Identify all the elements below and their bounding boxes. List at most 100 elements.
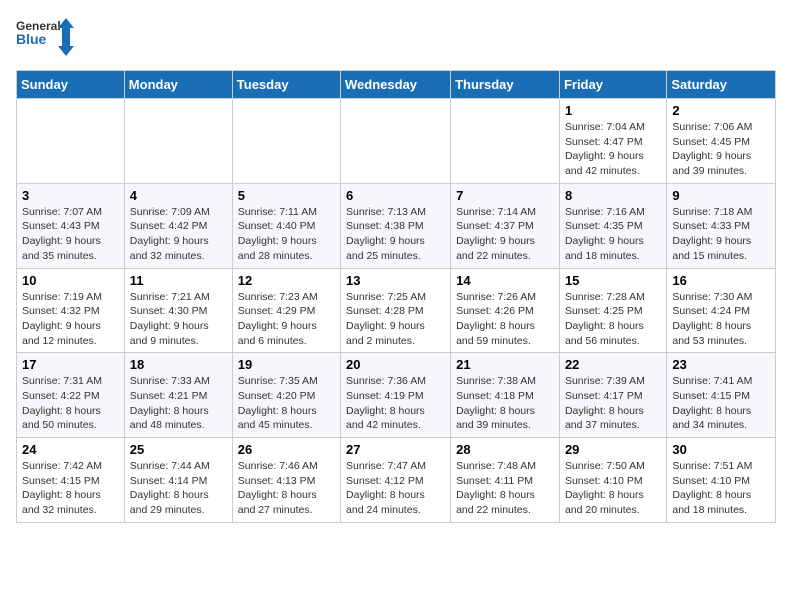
day-number: 9 (672, 188, 770, 203)
day-number: 6 (346, 188, 445, 203)
day-info: Sunrise: 7:16 AM Sunset: 4:35 PM Dayligh… (565, 205, 661, 264)
day-info: Sunrise: 7:21 AM Sunset: 4:30 PM Dayligh… (130, 290, 227, 349)
day-number: 12 (238, 273, 335, 288)
day-number: 29 (565, 442, 661, 457)
calendar-cell: 7 Sunrise: 7:14 AM Sunset: 4:37 PM Daylig… (451, 183, 560, 268)
day-info: Sunrise: 7:46 AM Sunset: 4:13 PM Dayligh… (238, 459, 335, 518)
calendar-cell: 25Sunrise: 7:44 AM Sunset: 4:14 PM Dayli… (124, 438, 232, 523)
day-number: 26 (238, 442, 335, 457)
calendar-cell: 13 Sunrise: 7:25 AM Sunset: 4:28 PM Dayli… (341, 268, 451, 353)
day-number: 10 (22, 273, 119, 288)
day-info: Sunrise: 7:36 AM Sunset: 4:19 PM Dayligh… (346, 374, 445, 433)
calendar-cell: 15Sunrise: 7:28 AM Sunset: 4:25 PM Dayli… (559, 268, 666, 353)
day-number: 24 (22, 442, 119, 457)
day-info: Sunrise: 7:48 AM Sunset: 4:11 PM Dayligh… (456, 459, 554, 518)
weekday-header-friday: Friday (559, 71, 666, 99)
day-number: 22 (565, 357, 661, 372)
calendar-cell: 27 Sunrise: 7:47 AM Sunset: 4:12 PM Dayli… (341, 438, 451, 523)
calendar-cell: 24 Sunrise: 7:42 AM Sunset: 4:15 PM Dayli… (17, 438, 125, 523)
calendar-week-1: 1 Sunrise: 7:04 AM Sunset: 4:47 PM Daylig… (17, 99, 776, 184)
day-info: Sunrise: 7:51 AM Sunset: 4:10 PM Dayligh… (672, 459, 770, 518)
day-info: Sunrise: 7:35 AM Sunset: 4:20 PM Dayligh… (238, 374, 335, 433)
day-number: 18 (130, 357, 227, 372)
day-number: 20 (346, 357, 445, 372)
weekday-header-monday: Monday (124, 71, 232, 99)
day-info: Sunrise: 7:44 AM Sunset: 4:14 PM Dayligh… (130, 459, 227, 518)
calendar-cell (17, 99, 125, 184)
calendar-cell: 23 Sunrise: 7:41 AM Sunset: 4:15 PM Dayli… (667, 353, 776, 438)
day-info: Sunrise: 7:47 AM Sunset: 4:12 PM Dayligh… (346, 459, 445, 518)
calendar-cell: 6 Sunrise: 7:13 AM Sunset: 4:38 PM Daylig… (341, 183, 451, 268)
calendar-cell (124, 99, 232, 184)
day-info: Sunrise: 7:04 AM Sunset: 4:47 PM Dayligh… (565, 120, 661, 179)
weekday-header-wednesday: Wednesday (341, 71, 451, 99)
day-number: 3 (22, 188, 119, 203)
day-number: 16 (672, 273, 770, 288)
calendar-cell: 28 Sunrise: 7:48 AM Sunset: 4:11 PM Dayli… (451, 438, 560, 523)
day-info: Sunrise: 7:14 AM Sunset: 4:37 PM Dayligh… (456, 205, 554, 264)
calendar-cell: 21Sunrise: 7:38 AM Sunset: 4:18 PM Dayli… (451, 353, 560, 438)
day-info: Sunrise: 7:06 AM Sunset: 4:45 PM Dayligh… (672, 120, 770, 179)
calendar-cell: 26 Sunrise: 7:46 AM Sunset: 4:13 PM Dayli… (232, 438, 340, 523)
calendar-cell: 19 Sunrise: 7:35 AM Sunset: 4:20 PM Dayli… (232, 353, 340, 438)
day-number: 2 (672, 103, 770, 118)
calendar-cell: 4 Sunrise: 7:09 AM Sunset: 4:42 PM Daylig… (124, 183, 232, 268)
day-number: 1 (565, 103, 661, 118)
calendar-cell: 8 Sunrise: 7:16 AM Sunset: 4:35 PM Daylig… (559, 183, 666, 268)
day-number: 17 (22, 357, 119, 372)
calendar-cell: 22 Sunrise: 7:39 AM Sunset: 4:17 PM Dayli… (559, 353, 666, 438)
day-number: 14 (456, 273, 554, 288)
day-info: Sunrise: 7:31 AM Sunset: 4:22 PM Dayligh… (22, 374, 119, 433)
weekday-header-saturday: Saturday (667, 71, 776, 99)
day-number: 4 (130, 188, 227, 203)
day-info: Sunrise: 7:26 AM Sunset: 4:26 PM Dayligh… (456, 290, 554, 349)
day-info: Sunrise: 7:19 AM Sunset: 4:32 PM Dayligh… (22, 290, 119, 349)
calendar-cell: 5 Sunrise: 7:11 AM Sunset: 4:40 PM Daylig… (232, 183, 340, 268)
day-info: Sunrise: 7:13 AM Sunset: 4:38 PM Dayligh… (346, 205, 445, 264)
day-info: Sunrise: 7:41 AM Sunset: 4:15 PM Dayligh… (672, 374, 770, 433)
day-info: Sunrise: 7:11 AM Sunset: 4:40 PM Dayligh… (238, 205, 335, 264)
calendar-cell: 29 Sunrise: 7:50 AM Sunset: 4:10 PM Dayli… (559, 438, 666, 523)
calendar-cell: 11 Sunrise: 7:21 AM Sunset: 4:30 PM Dayli… (124, 268, 232, 353)
weekday-header-thursday: Thursday (451, 71, 560, 99)
calendar-cell: 9Sunrise: 7:18 AM Sunset: 4:33 PM Daylig… (667, 183, 776, 268)
calendar-cell: 3 Sunrise: 7:07 AM Sunset: 4:43 PM Daylig… (17, 183, 125, 268)
day-number: 27 (346, 442, 445, 457)
calendar-cell: 18Sunrise: 7:33 AM Sunset: 4:21 PM Dayli… (124, 353, 232, 438)
day-info: Sunrise: 7:50 AM Sunset: 4:10 PM Dayligh… (565, 459, 661, 518)
header: General Blue (16, 16, 776, 58)
calendar-cell: 12 Sunrise: 7:23 AM Sunset: 4:29 PM Dayli… (232, 268, 340, 353)
calendar-week-2: 3 Sunrise: 7:07 AM Sunset: 4:43 PM Daylig… (17, 183, 776, 268)
calendar-week-5: 24 Sunrise: 7:42 AM Sunset: 4:15 PM Dayli… (17, 438, 776, 523)
weekday-header-sunday: Sunday (17, 71, 125, 99)
calendar-cell: 20 Sunrise: 7:36 AM Sunset: 4:19 PM Dayli… (341, 353, 451, 438)
day-number: 15 (565, 273, 661, 288)
calendar-cell: 2 Sunrise: 7:06 AM Sunset: 4:45 PM Daylig… (667, 99, 776, 184)
day-info: Sunrise: 7:42 AM Sunset: 4:15 PM Dayligh… (22, 459, 119, 518)
day-number: 5 (238, 188, 335, 203)
weekday-header-row: SundayMondayTuesdayWednesdayThursdayFrid… (17, 71, 776, 99)
day-info: Sunrise: 7:38 AM Sunset: 4:18 PM Dayligh… (456, 374, 554, 433)
day-info: Sunrise: 7:23 AM Sunset: 4:29 PM Dayligh… (238, 290, 335, 349)
day-info: Sunrise: 7:07 AM Sunset: 4:43 PM Dayligh… (22, 205, 119, 264)
day-number: 13 (346, 273, 445, 288)
day-number: 11 (130, 273, 227, 288)
calendar-cell: 10 Sunrise: 7:19 AM Sunset: 4:32 PM Dayli… (17, 268, 125, 353)
day-info: Sunrise: 7:09 AM Sunset: 4:42 PM Dayligh… (130, 205, 227, 264)
calendar-cell (232, 99, 340, 184)
logo: General Blue (16, 16, 76, 58)
calendar-cell: 30 Sunrise: 7:51 AM Sunset: 4:10 PM Dayli… (667, 438, 776, 523)
day-number: 23 (672, 357, 770, 372)
calendar-cell: 1 Sunrise: 7:04 AM Sunset: 4:47 PM Daylig… (559, 99, 666, 184)
day-info: Sunrise: 7:25 AM Sunset: 4:28 PM Dayligh… (346, 290, 445, 349)
day-number: 7 (456, 188, 554, 203)
day-number: 19 (238, 357, 335, 372)
weekday-header-tuesday: Tuesday (232, 71, 340, 99)
day-number: 30 (672, 442, 770, 457)
calendar-cell: 17 Sunrise: 7:31 AM Sunset: 4:22 PM Dayli… (17, 353, 125, 438)
day-info: Sunrise: 7:39 AM Sunset: 4:17 PM Dayligh… (565, 374, 661, 433)
calendar-cell (341, 99, 451, 184)
calendar: SundayMondayTuesdayWednesdayThursdayFrid… (16, 70, 776, 523)
day-number: 8 (565, 188, 661, 203)
day-number: 28 (456, 442, 554, 457)
